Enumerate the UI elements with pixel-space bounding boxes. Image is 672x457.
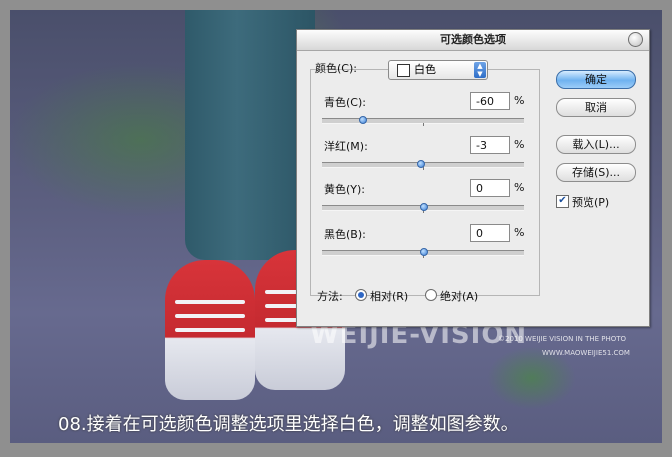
relative-radio[interactable] xyxy=(355,289,367,301)
watermark-copyright: ©2010 WEIJIE VISION IN THE PHOTO xyxy=(498,335,627,343)
slider-value-input[interactable]: 0 xyxy=(470,179,510,197)
percent-unit: % xyxy=(514,226,525,239)
slider-value-input[interactable]: -60 xyxy=(470,92,510,110)
checkbox-check-icon: ✔ xyxy=(558,195,567,206)
percent-unit: % xyxy=(514,181,525,194)
absolute-label: 绝对(A) xyxy=(440,290,479,303)
color-dropdown-value: 白色 xyxy=(414,63,436,76)
percent-unit: % xyxy=(514,138,525,151)
lace xyxy=(175,328,245,332)
relative-label: 相对(R) xyxy=(370,290,409,303)
slider-value-input[interactable]: -3 xyxy=(470,136,510,154)
slider-track[interactable] xyxy=(322,203,524,213)
left-sneaker xyxy=(165,260,255,400)
dialog-title: 可选颜色选项 xyxy=(440,33,506,46)
cancel-button[interactable]: 取消 xyxy=(556,98,636,117)
color-swatch xyxy=(397,64,410,77)
color-dropdown[interactable]: 白色 ▲ ▼ xyxy=(388,60,488,80)
slider-value-input[interactable]: 0 xyxy=(470,224,510,242)
caption-text: 08.接着在可选颜色调整选项里选择白色，调整如图参数。 xyxy=(58,414,519,435)
lace xyxy=(175,300,245,304)
slider-thumb[interactable] xyxy=(359,116,368,124)
slider-track[interactable] xyxy=(322,160,524,170)
slider-track[interactable] xyxy=(322,116,524,126)
slider-center-tick xyxy=(422,123,424,126)
ok-button[interactable]: 确定 xyxy=(556,70,636,89)
selective-color-dialog: 可选颜色选项 颜色(C): 白色 ▲ ▼ 青色(C): -60% 洋红(M): -3% 黄… xyxy=(296,29,650,327)
slider-label: 青色(C): xyxy=(324,96,366,109)
slider-thumb[interactable] xyxy=(420,203,428,211)
absolute-radio[interactable] xyxy=(425,289,437,301)
dropdown-arrow-icon: ▲ ▼ xyxy=(474,62,486,78)
lace xyxy=(175,314,245,318)
preview-checkbox[interactable]: ✔ xyxy=(556,195,569,208)
slider-thumb[interactable] xyxy=(416,160,425,168)
close-icon[interactable] xyxy=(628,32,643,47)
color-label: 颜色(C): xyxy=(315,62,357,75)
slider-thumb[interactable] xyxy=(420,248,428,256)
preview-label: 预览(P) xyxy=(572,196,610,209)
load-button[interactable]: 载入(L)... xyxy=(556,135,636,154)
slider-label: 黄色(Y): xyxy=(324,183,366,196)
watermark-url: WWW.MAOWEIJIE51.COM xyxy=(542,349,630,357)
dialog-titlebar: 可选颜色选项 xyxy=(297,30,649,51)
method-label: 方法: xyxy=(317,290,343,303)
slider-label: 洋红(M): xyxy=(324,140,368,153)
slider-track[interactable] xyxy=(322,248,524,258)
save-button[interactable]: 存储(S)... xyxy=(556,163,636,182)
slider-label: 黑色(B): xyxy=(324,228,366,241)
percent-unit: % xyxy=(514,94,525,107)
